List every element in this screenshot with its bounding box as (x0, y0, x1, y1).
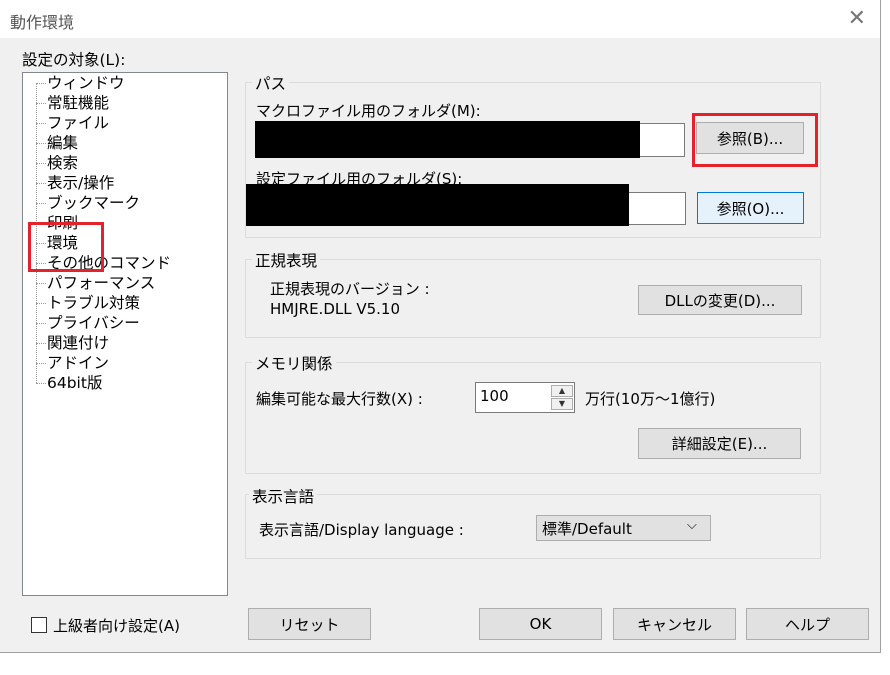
advanced-checkbox[interactable] (31, 617, 47, 633)
regex-group-title: 正規表現 (252, 249, 321, 271)
window-title: 動作環境 (10, 13, 75, 32)
sidebar-label: 設定の対象(L): (22, 51, 126, 69)
highlight-environment (28, 222, 104, 272)
help-button[interactable]: ヘルプ (746, 608, 869, 640)
language-group-title: 表示言語 (249, 485, 318, 507)
redacted-path (255, 121, 640, 158)
language-select[interactable]: 標準/Default ⌵ (536, 515, 711, 541)
tree-connector (36, 363, 46, 364)
settings-dialog: 動作環境 ✕ 設定の対象(L): ウィンドウ 常駐機能 ファイル 編集 検索 表… (0, 0, 881, 653)
tree-connector (36, 103, 46, 104)
tree-item-bookmark[interactable]: ブックマーク (47, 194, 140, 213)
language-selected: 標準/Default (542, 520, 632, 538)
max-lines-input[interactable]: 100 ▲ ▼ (475, 382, 575, 413)
change-dll-button[interactable]: DLLの変更(D)... (638, 285, 802, 315)
tree-connector (36, 383, 46, 384)
close-icon[interactable]: ✕ (848, 6, 866, 32)
spin-down-button[interactable]: ▼ (551, 398, 573, 410)
macro-folder-label: マクロファイル用のフォルダ(M): (256, 102, 481, 120)
tree-connector (36, 343, 46, 344)
ok-button[interactable]: OK (479, 608, 602, 640)
language-label: 表示言語/Display language : (259, 521, 464, 539)
settings-browse-button[interactable]: 参照(O)... (697, 192, 804, 224)
detail-settings-button[interactable]: 詳細設定(E)... (638, 428, 801, 459)
tree-item-privacy[interactable]: プライバシー (47, 314, 140, 333)
tree-item-performance[interactable]: パフォーマンス (47, 274, 155, 293)
settings-tree[interactable]: ウィンドウ 常駐機能 ファイル 編集 検索 表示/操作 ブックマーク 印刷 環境… (22, 72, 228, 596)
tree-item-associations[interactable]: 関連付け (47, 334, 109, 353)
tree-connector (36, 283, 46, 284)
max-lines-label: 編集可能な最大行数(X) : (256, 390, 423, 408)
spin-up-button[interactable]: ▲ (551, 385, 573, 397)
tree-item-file[interactable]: ファイル (47, 114, 109, 133)
chevron-down-icon: ⌵ (687, 518, 697, 533)
tree-connector (36, 123, 46, 124)
tree-item-resident[interactable]: 常駐機能 (47, 94, 109, 113)
max-lines-unit: 万行(10万～1億行) (585, 390, 716, 408)
tree-connector (36, 203, 46, 204)
regex-version-label: 正規表現のバージョン : (270, 280, 430, 298)
tree-connector (36, 183, 46, 184)
tree-item-troubleshooting[interactable]: トラブル対策 (47, 294, 140, 313)
tree-connector (36, 143, 46, 144)
memory-group-title: メモリ関係 (252, 352, 336, 374)
tree-connector (36, 303, 46, 304)
highlight-browse (692, 113, 818, 167)
path-group-title: パス (252, 72, 290, 94)
tree-item-64bit[interactable]: 64bit版 (47, 374, 102, 393)
tree-item-search[interactable]: 検索 (47, 154, 78, 173)
tree-item-addin[interactable]: アドイン (47, 354, 109, 373)
tree-connector (36, 83, 46, 84)
tree-item-window[interactable]: ウィンドウ (47, 74, 125, 93)
reset-button[interactable]: リセット (248, 608, 371, 640)
redacted-path (246, 184, 629, 226)
regex-version-value: HMJRE.DLL V5.10 (270, 300, 401, 318)
cancel-button[interactable]: キャンセル (613, 608, 736, 640)
tree-item-edit[interactable]: 編集 (47, 134, 78, 153)
tree-connector (36, 323, 46, 324)
tree-connector (36, 163, 46, 164)
title-bar: 動作環境 ✕ (0, 0, 880, 38)
tree-item-display[interactable]: 表示/操作 (47, 174, 114, 193)
advanced-checkbox-label[interactable]: 上級者向け設定(A) (53, 615, 180, 636)
max-lines-value: 100 (480, 387, 509, 405)
